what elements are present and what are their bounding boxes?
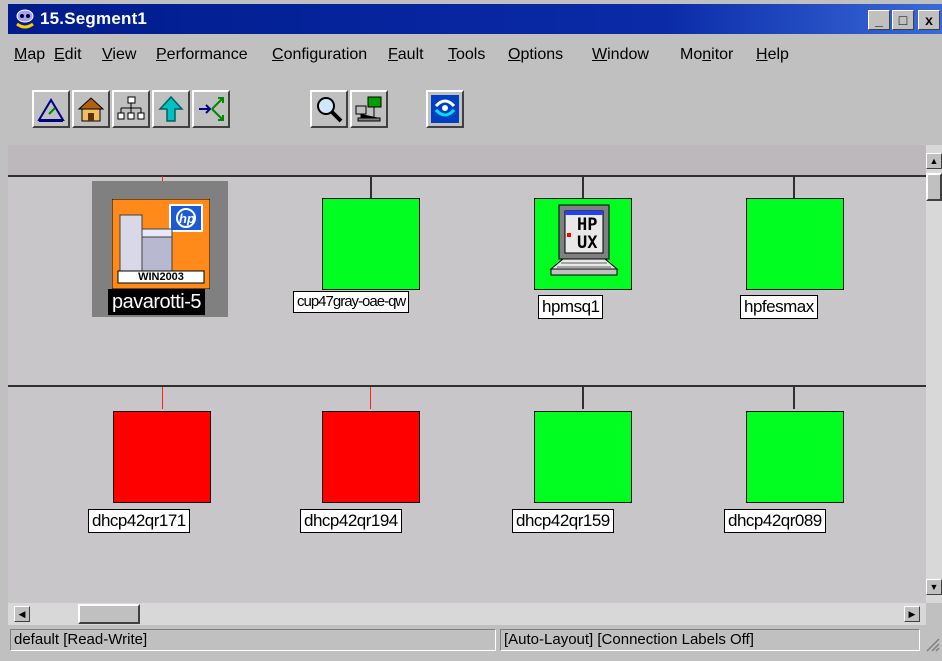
root-map-icon: [117, 96, 145, 120]
openview-app-icon: [16, 9, 34, 29]
quick-navigator-icon: [199, 97, 224, 121]
menu-tools[interactable]: Tools: [448, 46, 485, 64]
menu-options[interactable]: Options: [508, 46, 563, 64]
status-layout-mode: [Auto-Layout] [Connection Labels Off]: [500, 629, 920, 651]
horizontal-scrollbar[interactable]: ◀ ▶: [8, 603, 926, 625]
home-map-button[interactable]: [72, 90, 110, 128]
node-label[interactable]: dhcp42qr194: [300, 509, 402, 533]
menu-performance[interactable]: Performance: [156, 46, 248, 64]
maximize-button[interactable]: □: [892, 10, 914, 30]
network-monitor-icon: [355, 96, 382, 122]
hp-brand-text: hp: [179, 211, 195, 226]
root-map-button[interactable]: [112, 90, 150, 128]
node-cup47gray-oae-qw[interactable]: [322, 198, 420, 290]
segment-bus-2: [8, 385, 926, 387]
connection-line: [793, 176, 795, 198]
os-badge-hp: HP: [577, 215, 598, 235]
node-label[interactable]: cup47gray-oae-qw: [293, 291, 410, 313]
window-title: 15.Segment1: [40, 9, 148, 28]
scroll-left-button[interactable]: ◀: [14, 606, 30, 622]
scroll-right-button[interactable]: ▶: [904, 606, 920, 622]
parent-map-button[interactable]: [152, 90, 190, 128]
vertical-scroll-thumb[interactable]: [926, 173, 942, 201]
node-dhcp42qr171[interactable]: [113, 411, 211, 503]
close-button[interactable]: x: [918, 10, 940, 30]
application-window: 15.Segment1 _ □ x Map Edit View Performa…: [0, 0, 942, 661]
map-header-strip: [8, 145, 926, 175]
status-bar: default [Read-Write] [Auto-Layout] [Conn…: [8, 626, 942, 656]
connection-line: [582, 387, 584, 409]
connection-line: [793, 387, 795, 409]
status-map-mode: default [Read-Write]: [10, 629, 496, 651]
node-dhcp42qr194[interactable]: [322, 411, 420, 503]
node-label[interactable]: dhcp42qr089: [724, 509, 826, 533]
node-label[interactable]: dhcp42qr159: [512, 509, 614, 533]
segment-bus-1: [8, 175, 926, 177]
menu-edit[interactable]: Edit: [54, 46, 82, 64]
node-dhcp42qr089[interactable]: [746, 411, 844, 503]
parent-map-icon: [158, 95, 184, 122]
quick-navigator-button[interactable]: [192, 90, 230, 128]
close-submap-button[interactable]: [32, 90, 70, 128]
menu-map[interactable]: Map: [14, 46, 45, 64]
menu-monitor[interactable]: Monitor: [680, 46, 733, 64]
scroll-down-button[interactable]: ▼: [926, 579, 942, 595]
find-icon: [317, 97, 343, 123]
connection-line: [370, 176, 372, 198]
os-badge-ux: UX: [577, 233, 598, 253]
menu-configuration[interactable]: Configuration: [272, 46, 367, 64]
menu-bar: Map Edit View Performance Configuration …: [8, 34, 942, 74]
home-map-icon: [77, 97, 105, 122]
menu-help[interactable]: Help: [756, 46, 789, 64]
minimize-button[interactable]: _: [868, 10, 890, 30]
scroll-up-button[interactable]: ▲: [926, 153, 942, 169]
map-canvas[interactable]: hp WIN2003 pavarotti-5 cup47gray-oae-qw …: [8, 145, 926, 603]
resize-grip-icon: [926, 638, 940, 652]
connection-line: [582, 176, 584, 198]
node-label[interactable]: pavarotti-5: [108, 289, 205, 315]
network-monitor-button[interactable]: [350, 90, 388, 128]
os-label: WIN2003: [138, 271, 184, 283]
title-bar[interactable]: 15.Segment1 _ □ x: [8, 4, 942, 34]
find-button[interactable]: [310, 90, 348, 128]
menu-window[interactable]: Window: [592, 46, 649, 64]
toolbar: [8, 80, 942, 140]
hp-openview-button[interactable]: [426, 90, 464, 128]
node-hpmsq1[interactable]: HP UX: [534, 198, 632, 290]
connection-line: [370, 387, 371, 409]
node-pavarotti-5[interactable]: hp WIN2003 pavarotti-5: [92, 181, 228, 317]
node-dhcp42qr159[interactable]: [534, 411, 632, 503]
node-hpfesmax[interactable]: [746, 198, 844, 290]
node-label[interactable]: hpfesmax: [740, 295, 818, 319]
menu-view[interactable]: View: [102, 46, 136, 64]
node-label[interactable]: hpmsq1: [538, 295, 604, 319]
menu-fault[interactable]: Fault: [388, 46, 424, 64]
hp-openview-icon: [431, 95, 459, 123]
node-label[interactable]: dhcp42qr171: [88, 509, 190, 533]
connection-line: [162, 387, 163, 409]
close-submap-icon: [37, 98, 65, 122]
horizontal-scroll-thumb[interactable]: [78, 604, 140, 624]
vertical-scrollbar[interactable]: ▲ ▼: [926, 145, 942, 603]
